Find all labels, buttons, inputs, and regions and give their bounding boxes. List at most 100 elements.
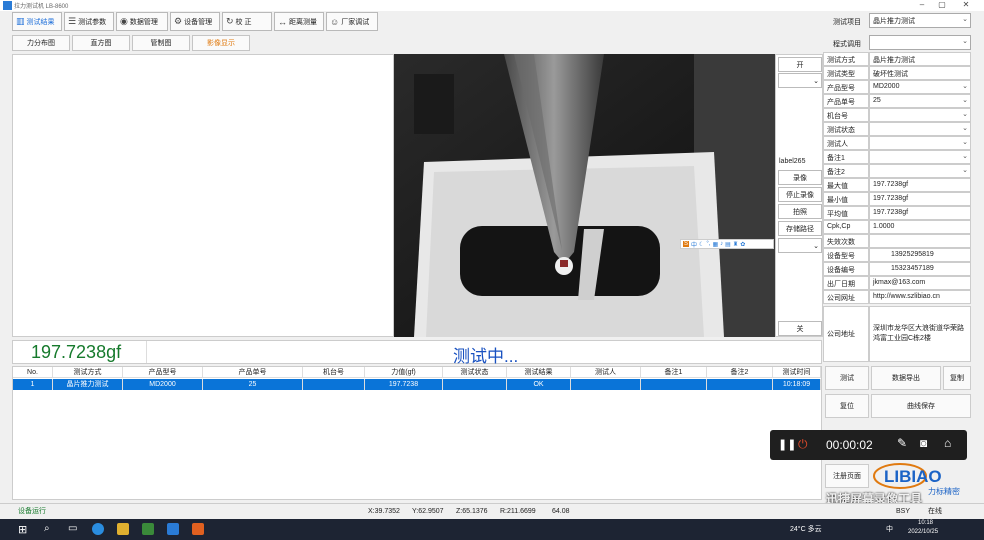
chevron-down-icon: ⌄ [962,16,968,23]
x-coordinate: X:39.7352 [368,508,400,515]
param-value[interactable]: ⌄ [869,122,971,136]
param-label: 机台号 [823,108,869,122]
ime-indicator[interactable]: 中 [886,524,893,534]
toolbar-calibration[interactable]: ↻ 校 正 [222,12,272,31]
param-row: 设备编号 15323457189 [823,262,971,276]
param-value[interactable]: ⌄ [869,108,971,122]
param-value: 破坏性测试 [869,66,971,80]
ime-toolbar[interactable]: S 中 ☾ °, ▦ ♪ ▤ ♜ ✿ [680,239,774,249]
table-cell: 1 [13,379,53,390]
minimize-icon[interactable]: – [912,0,932,9]
export-button[interactable]: 数据导出 [871,366,941,390]
toolbar-label: 数据管理 [129,18,158,26]
weather[interactable]: 24°C 多云 [790,524,822,534]
save-path-button[interactable]: 存储路径 [778,221,822,236]
chevron-down-icon: ⌄ [962,38,968,45]
maximize-icon[interactable]: ▢ [932,0,952,9]
clock-time[interactable]: 10:18 [918,520,933,526]
home-icon[interactable]: ⌂ [944,436,951,450]
param-row: 失效次数 [823,234,971,248]
camera-select[interactable]: ⌄ [778,73,822,88]
param-row: Cpk,Cp 1.0000 [823,220,971,234]
app-icon [3,1,12,10]
param-row: 测试类型 破坏性测试 [823,66,971,80]
column-header[interactable]: 力值(gf) [365,367,443,378]
tab-histogram[interactable]: 直方图 [72,35,130,51]
program-select[interactable]: ⌄ [869,35,971,50]
record-button[interactable]: 录像 [778,170,822,185]
camera-view[interactable]: S 中 ☾ °, ▦ ♪ ▤ ♜ ✿ [394,54,775,337]
tab-image-display[interactable]: 影像显示 [192,35,250,51]
reset-button[interactable]: 复位 [825,394,869,418]
column-header[interactable]: 测试状态 [443,367,507,378]
tab-force-distribution[interactable]: 力分布图 [12,35,70,51]
chevron-down-icon: ⌄ [962,139,968,146]
param-value[interactable]: 25 ⌄ [869,94,971,108]
chart-area [12,54,394,337]
online-indicator: 在线 [928,508,942,515]
toolbar-distance-measure[interactable]: ↔ 距离测量 [274,12,324,31]
register-button[interactable]: 注册页面 [825,464,869,488]
curve-save-button[interactable]: 曲线保存 [871,394,971,418]
column-header[interactable]: No. [13,367,53,378]
stop-icon[interactable]: ⏻ [798,437,808,452]
refresh-icon: ↻ [226,16,234,26]
test-button[interactable]: 测试 [825,366,869,390]
stop-record-button[interactable]: 停止录像 [778,187,822,202]
window-title: 拉力测试机 LB-8600 [14,4,69,10]
param-value: 13925295819 [869,248,971,262]
test-item-select[interactable]: 晶片推力测试 ⌄ [869,13,971,28]
column-header[interactable]: 测试人 [571,367,641,378]
param-value-text: 晶片推力测试 [873,57,915,64]
column-header[interactable]: 测试时间 [773,367,821,378]
windows-start-icon[interactable]: ⊞ [18,523,27,536]
toolbar-device-management[interactable]: ⚙ 设备管理 [170,12,220,31]
param-value[interactable]: ⌄ [869,150,971,164]
button-label: 复制 [950,375,964,382]
search-icon[interactable]: ⌕ [44,523,50,534]
toolbar-test-results[interactable]: ▥ 测试结果 [12,12,62,31]
pause-icon[interactable]: ❚❚ [778,438,796,451]
column-header[interactable]: 备注2 [707,367,773,378]
toolbar-test-params[interactable]: ☰ 测试参数 [64,12,114,31]
column-header[interactable]: 产品型号 [123,367,203,378]
toolbar-data-management[interactable]: ◉ 数据管理 [116,12,168,31]
device-status: 设备运行 [18,508,46,515]
column-header[interactable]: 产品单号 [203,367,303,378]
tester-app-icon[interactable] [167,523,179,535]
tab-control-chart[interactable]: 管制图 [132,35,190,51]
camera-icon[interactable]: ◙ [920,436,927,450]
column-header[interactable]: 备注1 [641,367,707,378]
chevron-down-icon: ⌄ [962,97,968,104]
pen-icon[interactable]: ✎ [897,436,907,450]
table-row[interactable]: 1 晶片推力测试 MD2000 25 197.7238 OK 10:18:09 [13,379,821,390]
column-header[interactable]: 测试方式 [53,367,123,378]
photo-button[interactable]: 拍照 [778,204,822,219]
close-icon[interactable]: ✕ [956,0,976,9]
resolution-select[interactable]: ⌄ [778,238,822,253]
param-value[interactable]: ⌄ [869,164,971,178]
param-value[interactable]: ⌄ [869,136,971,150]
param-label: 产品型号 [823,80,869,94]
edge-icon[interactable] [92,523,104,535]
table-header: No. 测试方式 产品型号 产品单号 机台号 力值(gf) 测试状态 测试结果 … [13,367,821,378]
chevron-down-icon: ⌄ [962,111,968,118]
ime-mode[interactable]: 中 [691,240,697,249]
toolbar-factory-debug[interactable]: ☺ 厂家调试 [326,12,378,31]
param-value: 197.7238gf [869,178,971,192]
open-camera-button[interactable]: 开 [778,57,822,72]
param-value[interactable]: MD2000 ⌄ [869,80,971,94]
clock-date[interactable]: 2022/10/25 [908,529,938,535]
column-header[interactable]: 测试结果 [507,367,571,378]
app-icon[interactable] [142,523,154,535]
copy-button[interactable]: 复制 [943,366,971,390]
column-header[interactable]: 机台号 [303,367,365,378]
button-label: 停止录像 [786,191,814,199]
param-value-text: 1.0000 [873,223,895,230]
explorer-icon[interactable] [117,523,129,535]
task-view-icon[interactable]: ▭ [68,523,77,534]
chevron-down-icon: ⌄ [813,77,819,85]
recorder-app-icon[interactable] [192,523,204,535]
close-camera-button[interactable]: 关 [778,321,822,336]
param-row: 备注2 ⌄ [823,164,971,178]
